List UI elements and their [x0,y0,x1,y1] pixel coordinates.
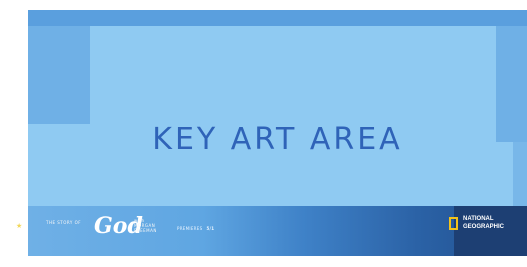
network-logo: NATIONAL GEOGRAPHIC [449,212,504,238]
star-icon: ★ [16,222,23,230]
premiere-info: PREMIERES 5/1 [177,226,214,231]
logo-host-last: FREEMAN [134,228,157,233]
natgeo-border-icon [449,217,458,230]
logo-pre-text: THE STORY OF [46,220,82,225]
network-name-line1: NATIONAL [463,216,494,222]
premiere-date: 5/1 [206,226,215,231]
network-name: NATIONAL GEOGRAPHIC [463,215,504,231]
key-art-label: KEY ART AREA [152,122,403,157]
show-logo: THE STORY OF God with MORGAN FREEMAN [46,214,186,238]
premiere-label: PREMIERES [177,226,203,231]
left-color-block [28,26,90,124]
top-color-band [28,10,527,26]
network-name-line2: GEOGRAPHIC [463,224,505,230]
